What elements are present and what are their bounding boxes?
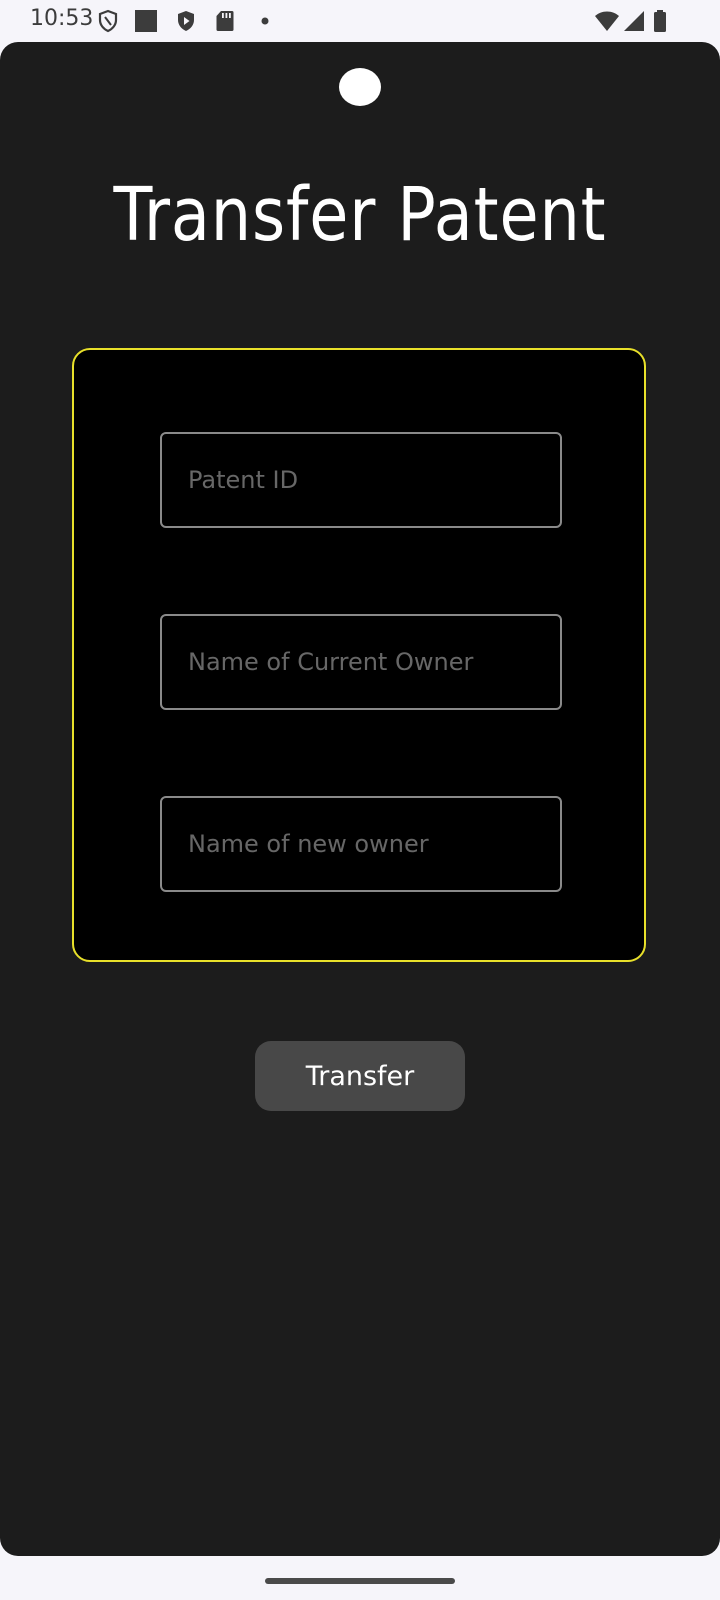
shield-outline-icon [96,9,120,33]
battery-icon [652,9,668,33]
current-owner-input[interactable] [160,614,562,710]
patent-id-input[interactable] [160,432,562,528]
app-screen: Transfer Patent Transfer [0,42,720,1556]
status-bar: 10:53 [0,0,720,42]
home-indicator[interactable] [265,1578,455,1584]
camera-cutout [339,68,381,106]
square-icon [134,9,158,33]
dot-icon [253,9,277,33]
status-time: 10:53 [30,6,93,31]
sd-card-icon [213,9,237,33]
new-owner-input[interactable] [160,796,562,892]
transfer-button[interactable]: Transfer [255,1041,465,1111]
wifi-icon [594,9,620,33]
navigation-bar [0,1556,720,1600]
page-title: Transfer Patent [50,172,669,258]
transfer-form-card [72,348,646,962]
play-shield-icon [174,9,198,33]
signal-icon [622,9,646,33]
